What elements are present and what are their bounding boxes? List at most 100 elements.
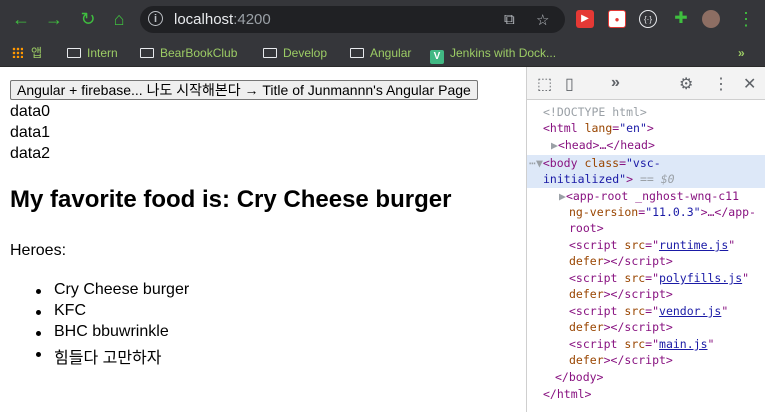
app-root-line[interactable]: ▶<app-root _nghost-wnq-c11 bbox=[559, 188, 739, 204]
body-open-line-2[interactable]: initialized"> == $0 bbox=[543, 171, 675, 187]
profile-avatar-icon[interactable] bbox=[702, 10, 720, 28]
app-root-line-3[interactable]: root> bbox=[569, 220, 604, 236]
bookmark-develop[interactable]: Develop bbox=[263, 44, 327, 62]
html-tag: <html bbox=[543, 121, 578, 135]
script-line[interactable]: <script src="polyfills.js" bbox=[569, 270, 749, 286]
bullet-icon bbox=[36, 289, 41, 294]
expand-triangle-icon[interactable]: ▶ bbox=[551, 138, 558, 152]
script-line-end: defer></script> bbox=[569, 254, 673, 268]
folder-icon bbox=[140, 48, 154, 58]
bookmarks-overflow-button[interactable]: » bbox=[738, 44, 745, 62]
html-close-tag: </html> bbox=[543, 387, 592, 401]
html-open-line[interactable]: <html lang="en"> bbox=[543, 120, 654, 136]
folder-icon bbox=[350, 48, 364, 58]
site-info-icon[interactable]: i bbox=[148, 11, 163, 26]
browser-toolbar: ← → ↻ ⌂ i localhost:4200 ⧉ ☆ ▶ ● {·} ✚ ⋮ bbox=[0, 0, 765, 38]
url-host: localhost bbox=[174, 11, 234, 28]
url-port: :4200 bbox=[233, 11, 271, 28]
page-viewport: Angular + firebase... 나도 시작해본다 → Title o… bbox=[0, 67, 526, 412]
app-root-line-2[interactable]: ng-version="11.0.3">…</app- bbox=[569, 204, 756, 220]
script-src-link[interactable]: runtime.js bbox=[659, 238, 728, 252]
data-line: data0 bbox=[10, 103, 51, 120]
translate-icon[interactable]: ⧉ bbox=[504, 11, 515, 28]
badge-extension-icon[interactable]: ● bbox=[608, 10, 626, 28]
bookmark-label: Jenkins with Dock... bbox=[450, 46, 557, 60]
home-icon[interactable]: ⌂ bbox=[108, 8, 130, 30]
inspect-element-icon[interactable]: ⬚ bbox=[537, 74, 552, 94]
devtools-close-icon[interactable]: ✕ bbox=[743, 74, 756, 94]
folder-icon bbox=[67, 48, 81, 58]
body-open-line[interactable]: ⋯▼<body class="vsc- bbox=[529, 155, 661, 171]
video-extension-icon[interactable]: ▶ bbox=[576, 10, 594, 28]
hero-item: Cry Cheese burger bbox=[54, 281, 190, 298]
class-val-2: initialized" bbox=[543, 172, 627, 186]
data-line: data2 bbox=[10, 145, 51, 162]
body-close-line[interactable]: </body> bbox=[555, 369, 603, 385]
class-val: "vsc- bbox=[626, 156, 661, 170]
app-root-end: >…</app- bbox=[700, 205, 756, 219]
device-toggle-icon[interactable]: ▯ bbox=[565, 74, 574, 94]
script-src-link[interactable]: vendor.js bbox=[659, 304, 721, 318]
bookmark-apps[interactable]: 앱 bbox=[12, 44, 42, 62]
data-line: data1 bbox=[10, 124, 51, 141]
back-arrow-icon[interactable]: ← bbox=[10, 8, 32, 30]
ellipsis-icon[interactable]: ⋯ bbox=[529, 156, 536, 170]
hero-item: BHC bbuwrinkle bbox=[54, 323, 169, 340]
expand-triangle-icon[interactable]: ▶ bbox=[559, 189, 566, 203]
bookmark-jenkins[interactable]: V Jenkins with Dock... bbox=[430, 44, 557, 64]
class-attr: class bbox=[584, 156, 620, 170]
body-tag: <body bbox=[542, 156, 578, 170]
bullet-icon bbox=[36, 331, 41, 336]
bookmark-intern[interactable]: Intern bbox=[67, 44, 118, 62]
bookmark-label: Develop bbox=[283, 46, 328, 60]
head-line[interactable]: ▶<head>…</head> bbox=[551, 137, 655, 153]
bookmark-angular[interactable]: Angular bbox=[350, 44, 411, 62]
more-tabs-icon[interactable]: » bbox=[611, 74, 620, 92]
collapse-triangle-icon[interactable]: ▼ bbox=[536, 156, 543, 170]
hero-item: 힘들다 고만하자 bbox=[54, 350, 162, 367]
script-src-link[interactable]: main.js bbox=[659, 337, 707, 351]
script-line[interactable]: <script src="runtime.js" bbox=[569, 237, 735, 253]
script-src-link[interactable]: polyfills.js bbox=[659, 271, 742, 285]
script-line[interactable]: <script src="vendor.js" bbox=[569, 303, 728, 319]
doctype-line[interactable]: <!DOCTYPE html> bbox=[543, 104, 647, 120]
head-text: <head>…</head> bbox=[557, 138, 655, 152]
reload-icon[interactable]: ↻ bbox=[77, 8, 99, 30]
app-root-tag: <app-root _nghost-wnq-c11 bbox=[565, 189, 740, 203]
apps-grid-icon bbox=[12, 47, 23, 58]
bookmark-label: BearBookClub bbox=[160, 46, 238, 60]
bookmark-bearbookclub[interactable]: BearBookClub bbox=[140, 44, 237, 62]
bookmarks-bar: 앱 Intern BearBookClub Develop Angular VJ… bbox=[0, 38, 765, 67]
folder-icon bbox=[263, 48, 277, 58]
favorite-food-heading: My favorite food is: Cry Cheese burger bbox=[10, 186, 452, 213]
code-extension-icon[interactable]: {·} bbox=[639, 10, 657, 28]
bullet-icon bbox=[36, 310, 41, 315]
selected-marker: == $0 bbox=[639, 172, 675, 186]
vue-icon: V bbox=[430, 50, 444, 64]
ng-version-attr: ng-version bbox=[569, 205, 639, 219]
lang-attr: lang bbox=[584, 121, 613, 135]
menu-kebab-icon[interactable]: ⋮ bbox=[735, 8, 757, 30]
bookmark-label: 앱 bbox=[31, 46, 43, 60]
star-icon[interactable]: ☆ bbox=[536, 11, 549, 29]
forward-arrow-icon[interactable]: → bbox=[43, 8, 65, 30]
script-line-end: defer></script> bbox=[569, 287, 673, 301]
devtools-toolbar: ⬚ ▯ » ⚙ ⋮ ✕ bbox=[527, 67, 765, 100]
devtools-menu-kebab-icon[interactable]: ⋮ bbox=[713, 74, 729, 94]
bookmark-label: Intern bbox=[87, 46, 118, 60]
bookmark-label: Angular bbox=[370, 46, 412, 60]
url-text[interactable]: localhost:4200 bbox=[174, 11, 271, 28]
script-line[interactable]: <script src="main.js" bbox=[569, 336, 714, 352]
html-close-line[interactable]: </html> bbox=[543, 386, 591, 402]
devtools-settings-gear-icon[interactable]: ⚙ bbox=[679, 74, 693, 94]
body-close-tag: </body> bbox=[555, 370, 604, 384]
devtools-panel: ⬚ ▯ » ⚙ ⋮ ✕ <!DOCTYPE html> <html lang="… bbox=[526, 67, 765, 412]
address-bar[interactable]: i localhost:4200 ⧉ ☆ bbox=[140, 6, 565, 33]
ng-version-val: "11.0.3" bbox=[645, 205, 701, 219]
title-button[interactable]: Angular + firebase... 나도 시작해본다 → Title o… bbox=[10, 80, 478, 100]
script-line-end: defer></script> bbox=[569, 320, 673, 334]
bullet-icon bbox=[36, 352, 41, 357]
script-line-end: defer></script> bbox=[569, 353, 673, 367]
app-root-close: root> bbox=[569, 221, 604, 235]
extensions-puzzle-icon[interactable]: ✚ bbox=[672, 10, 690, 28]
